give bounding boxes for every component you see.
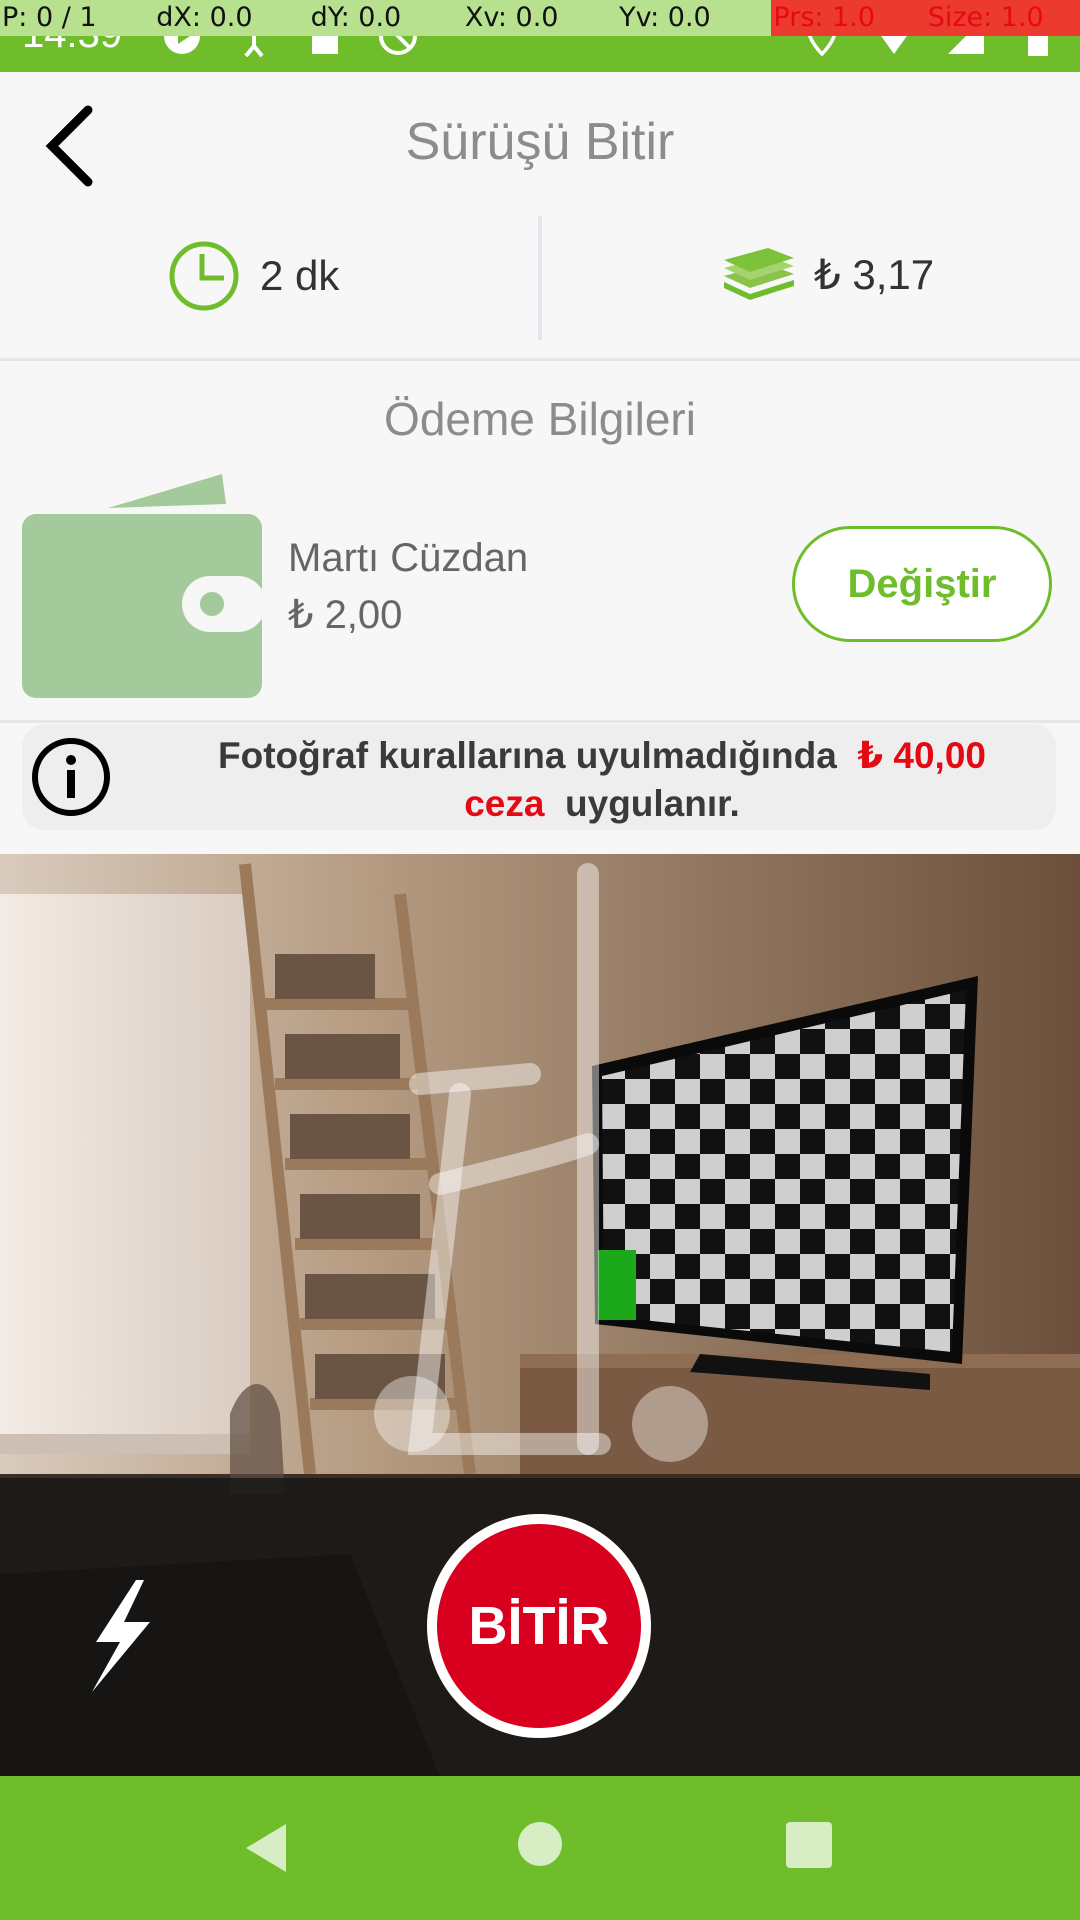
wallet-icon — [22, 474, 266, 698]
wallet-name: Martı Cüzdan — [288, 536, 529, 580]
pointer-debug-bar: P: 0 / 1 dX: 0.0 dY: 0.0 Xv: 0.0 Yv: 0.0… — [0, 0, 1080, 36]
page-title: Sürüşü Bitir — [405, 113, 675, 171]
debug-pressure: Prs: 1.0 — [771, 0, 926, 36]
debug-xv: Xv: 0.0 — [464, 2, 559, 33]
warning-text-part1: Fotoğraf kurallarına uyulmadığında — [218, 735, 837, 776]
change-payment-button[interactable]: Değiştir — [792, 526, 1052, 642]
ride-stats: 2 dk ₺ 3,17 — [0, 212, 1080, 361]
debug-pointer: P: 0 / 1 — [2, 2, 97, 33]
finish-button-label: BİTİR — [437, 1524, 641, 1728]
system-navigation-bar — [0, 1776, 1080, 1920]
debug-yv: Yv: 0.0 — [619, 2, 711, 33]
warning-text: Fotoğraf kurallarına uyulmadığında ₺ 40,… — [162, 732, 1042, 828]
clock-icon — [169, 241, 239, 311]
finish-ride-button[interactable]: BİTİR — [427, 1514, 651, 1738]
debug-dx: dX: 0.0 — [156, 2, 253, 33]
flash-icon[interactable] — [84, 1576, 164, 1696]
nav-home-icon[interactable] — [518, 1822, 562, 1866]
camera-preview[interactable]: BİTİR — [0, 854, 1080, 1776]
info-icon — [32, 738, 110, 816]
cost-stat: ₺ 3,17 — [722, 244, 934, 304]
money-stack-icon — [724, 248, 794, 300]
warning-text-part2: uygulanır. — [565, 783, 740, 824]
duration-stat: 2 dk — [168, 240, 339, 312]
nav-back-icon[interactable] — [240, 1820, 296, 1876]
photo-rules-warning: Fotoğraf kurallarına uyulmadığında ₺ 40,… — [22, 724, 1056, 830]
duration-value: 2 dk — [260, 252, 340, 299]
stat-divider — [538, 216, 542, 340]
header: Sürüşü Bitir — [0, 72, 1080, 222]
fine-amount: ₺ 40,00 — [857, 735, 986, 776]
cost-value: ₺ 3,17 — [814, 250, 935, 298]
debug-size: Size: 1.0 — [925, 0, 1080, 36]
debug-dy: dY: 0.0 — [310, 2, 402, 33]
wallet-balance: ₺ 2,00 — [288, 593, 403, 637]
payment-section-title: Ödeme Bilgileri — [384, 393, 696, 445]
nav-recents-icon[interactable] — [786, 1822, 832, 1868]
divider — [0, 720, 1080, 723]
fine-word: ceza — [464, 783, 545, 824]
